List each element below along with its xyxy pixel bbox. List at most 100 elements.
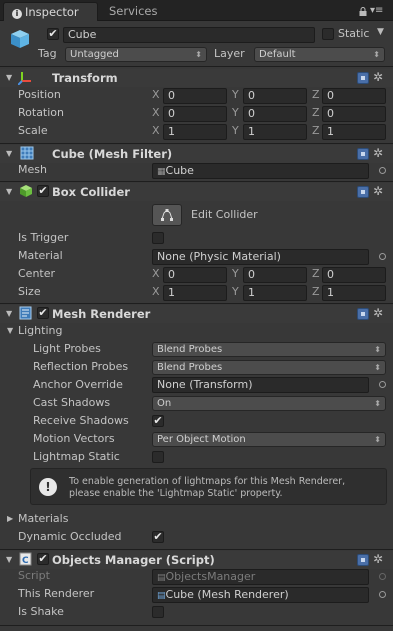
this-renderer-field[interactable]: ▤Cube (Mesh Renderer) xyxy=(152,587,369,603)
static-dropdown-arrow[interactable]: ▼ xyxy=(377,27,384,37)
tag-dropdown[interactable]: Untagged ⬍ xyxy=(65,47,207,62)
axis-x-label: X xyxy=(152,124,160,137)
dynamic-occluded-checkbox[interactable]: ✔ xyxy=(152,531,164,543)
gear-icon[interactable]: ✲ xyxy=(373,70,383,84)
divider xyxy=(0,181,393,182)
objects-manager-enabled-checkbox[interactable]: ✔ xyxy=(37,553,49,565)
objects-manager-title: Objects Manager (Script) xyxy=(52,553,215,567)
reflection-probes-dropdown[interactable]: Blend Probes ⬍ xyxy=(152,360,386,375)
help-icon[interactable] xyxy=(357,186,369,198)
script-value: ObjectsManager xyxy=(165,570,256,583)
box-collider-foldout[interactable]: ▼ xyxy=(6,185,12,199)
material-field[interactable]: None (Physic Material) xyxy=(152,249,369,265)
is-trigger-checkbox[interactable] xyxy=(152,232,164,244)
mesh-renderer-foldout[interactable]: ▼ xyxy=(6,307,12,321)
scale-y-field[interactable]: 1 xyxy=(243,124,307,140)
transform-header[interactable]: ▼ Transform ✲ xyxy=(0,69,393,87)
static-checkbox[interactable] xyxy=(322,28,334,40)
light-probes-dropdown[interactable]: Blend Probes ⬍ xyxy=(152,342,386,357)
lighting-foldout[interactable]: ▼ xyxy=(7,324,13,338)
axis-y-label: Y xyxy=(232,124,239,137)
tab-inspector[interactable]: i Inspector xyxy=(3,2,98,21)
object-picker-icon[interactable] xyxy=(379,381,386,388)
object-name-field[interactable]: Cube xyxy=(63,27,315,43)
mesh-renderer-header[interactable]: ▼ ✔ Mesh Renderer ✲ xyxy=(0,305,393,323)
help-icon[interactable] xyxy=(357,554,369,566)
gear-icon[interactable]: ✲ xyxy=(373,184,383,198)
position-z-field[interactable]: 0 xyxy=(322,88,386,104)
axis-x-label: X xyxy=(152,88,160,101)
lightmap-info-box: ! To enable generation of lightmaps for … xyxy=(30,468,387,505)
transform-axes-icon xyxy=(17,71,32,86)
position-x-field[interactable]: 0 xyxy=(163,88,227,104)
box-collider-enabled-checkbox[interactable]: ✔ xyxy=(37,185,49,197)
center-label: Center xyxy=(18,267,56,280)
receive-shadows-checkbox[interactable]: ✔ xyxy=(152,415,164,427)
axis-z-label: Z xyxy=(312,106,320,119)
mesh-label: Mesh xyxy=(18,163,47,176)
is-shake-label: Is Shake xyxy=(18,605,64,618)
help-icon[interactable] xyxy=(357,72,369,84)
menu-icon[interactable]: ▾≡ xyxy=(370,5,390,17)
rotation-z-field[interactable]: 0 xyxy=(322,106,386,122)
object-picker-icon[interactable] xyxy=(379,253,386,260)
scale-x-field[interactable]: 1 xyxy=(163,124,227,140)
object-picker-icon[interactable] xyxy=(379,167,386,174)
rotation-x-field[interactable]: 0 xyxy=(163,106,227,122)
materials-label[interactable]: Materials xyxy=(18,512,68,526)
reflection-probes-value: Blend Probes xyxy=(157,362,223,373)
active-checkbox[interactable]: ✔ xyxy=(47,28,59,40)
this-renderer-label: This Renderer xyxy=(18,587,95,600)
tab-inspector-label: Inspector xyxy=(25,5,79,19)
svg-text:C: C xyxy=(22,556,29,566)
mesh-filter-header[interactable]: ▼ Cube (Mesh Filter) ✲ xyxy=(0,145,393,163)
lighting-label[interactable]: Lighting xyxy=(18,324,62,338)
center-y-field[interactable]: 0 xyxy=(243,267,307,283)
divider xyxy=(0,66,393,67)
motion-vectors-dropdown[interactable]: Per Object Motion ⬍ xyxy=(152,432,386,447)
axis-z-label: Z xyxy=(312,267,320,280)
size-y-field[interactable]: 1 xyxy=(243,285,307,301)
objects-manager-foldout[interactable]: ▼ xyxy=(6,553,12,567)
size-x-field[interactable]: 1 xyxy=(163,285,227,301)
layer-dropdown[interactable]: Default ⬍ xyxy=(254,47,385,62)
cast-shadows-label: Cast Shadows xyxy=(33,396,111,409)
edit-collider-label: Edit Collider xyxy=(191,208,258,221)
layer-label: Layer xyxy=(214,47,245,60)
center-x-field[interactable]: 0 xyxy=(163,267,227,283)
lock-icon[interactable] xyxy=(359,6,367,16)
axis-z-label: Z xyxy=(312,285,320,298)
center-z-field[interactable]: 0 xyxy=(322,267,386,283)
cast-shadows-dropdown[interactable]: On ⬍ xyxy=(152,396,386,411)
scale-label: Scale xyxy=(18,124,48,137)
help-icon[interactable] xyxy=(357,148,369,160)
box-collider-header[interactable]: ▼ ✔ Box Collider ✲ xyxy=(0,183,393,201)
gear-icon[interactable]: ✲ xyxy=(373,552,383,566)
size-z-field[interactable]: 1 xyxy=(322,285,386,301)
anchor-override-field[interactable]: None (Transform) xyxy=(152,377,369,393)
rotation-y-field[interactable]: 0 xyxy=(243,106,307,122)
gear-icon[interactable]: ✲ xyxy=(373,146,383,160)
reflection-probes-label: Reflection Probes xyxy=(33,360,129,373)
mesh-object-field[interactable]: ▦Cube xyxy=(152,163,369,179)
object-picker-icon[interactable] xyxy=(379,591,386,598)
edit-collider-button[interactable] xyxy=(152,204,182,226)
mesh-renderer-enabled-checkbox[interactable]: ✔ xyxy=(37,307,49,319)
mesh-renderer-small-icon: ▤ xyxy=(157,591,166,601)
help-icon[interactable] xyxy=(357,308,369,320)
info-icon: i xyxy=(12,9,22,19)
receive-shadows-label: Receive Shadows xyxy=(33,414,129,427)
tab-services-label: Services xyxy=(109,4,158,18)
transform-foldout[interactable]: ▼ xyxy=(6,71,12,85)
materials-foldout[interactable]: ▶ xyxy=(7,512,13,526)
scale-z-field[interactable]: 1 xyxy=(322,124,386,140)
gear-icon[interactable]: ✲ xyxy=(373,306,383,320)
tab-services[interactable]: Services xyxy=(101,2,166,21)
cube-icon xyxy=(9,28,31,50)
position-y-field[interactable]: 0 xyxy=(243,88,307,104)
mesh-filter-foldout[interactable]: ▼ xyxy=(6,147,12,161)
tag-value: Untagged xyxy=(70,49,119,60)
is-shake-checkbox[interactable] xyxy=(152,606,164,618)
lightmap-static-checkbox[interactable] xyxy=(152,451,164,463)
objects-manager-header[interactable]: ▼ C ✔ Objects Manager (Script) ✲ xyxy=(0,551,393,569)
